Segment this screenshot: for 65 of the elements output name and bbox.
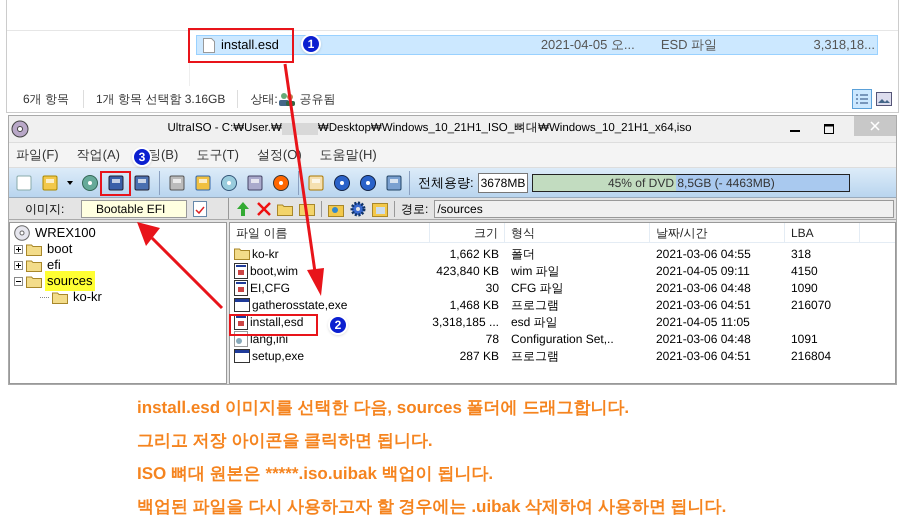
file-name[interactable]: gatherosstate,exe [252,296,348,314]
table-cell-text: 1091 [790,330,819,348]
window-title: UltraISO - C:₩User.₩ [167,121,282,136]
file-name[interactable]: boot,wim [250,262,298,280]
menu-item[interactable]: 작업(A) [76,145,120,165]
table-cell-text: wim 파일 [510,262,561,280]
selection-info: 1개 항목 선택함 3.16GB [84,90,238,108]
file-name[interactable]: ko-kr [252,244,279,262]
column-header[interactable]: 크기 [430,223,505,242]
table-cell-text: 2021-03-06 04:48 [655,280,752,296]
image-label: 이미지: [25,200,66,218]
menu-item[interactable]: 도구(T) [196,145,239,165]
path-field[interactable]: /sources [434,200,894,218]
table-cell-text: 1090 [790,280,819,296]
table-cell-text: 2021-03-06 04:55 [655,246,752,262]
table-cell-text: 216070 [790,296,832,314]
path-label: 경로: [401,200,428,218]
file-type: ESD 파일 [660,36,718,54]
table-cell-text: 30 [484,280,500,296]
table-cell-text: 2021-03-06 04:51 [655,296,752,314]
file-name: install.esd [221,36,279,54]
tree-item[interactable]: sources [45,271,95,291]
table-cell-text: 2021-03-06 04:51 [655,348,752,364]
capacity-field: 3678MB [478,172,528,192]
menu-item[interactable]: 파일(F) [16,145,59,165]
item-count: 6개 항목 [23,90,84,108]
table-cell-text: 318 [790,246,812,262]
file-name[interactable]: setup,exe [252,346,304,364]
column-header[interactable]: LBA [785,223,860,242]
menu-item[interactable]: 도움말(H) [320,145,377,165]
column-header[interactable]: 형식 [505,223,650,242]
table-cell-text: 프로그램 [510,348,560,364]
table-cell-text: 폴더 [510,246,536,262]
column-header[interactable]: 파일 이름 [230,223,430,242]
status-value: 공유됨 [298,91,336,108]
table-cell-text: 3,318,185 ... [431,314,500,330]
instruction-text: 백업된 파일을 다시 사용하고자 할 경우에는 .uibak 삭제하여 사용하면 됩니다. [137,496,728,518]
image-field[interactable]: Bootable EFI [81,200,187,218]
capacity-reading: 45% of DVD 8,5GB (- 4463MB) [606,174,776,190]
file-name[interactable]: lang,ini [250,330,288,348]
table-cell-text: 1,662 KB [448,246,500,262]
table-cell-text: 2021-04-05 09:11 [655,262,751,280]
table-cell-text: 78 [484,330,500,348]
status-label: 상태: [249,91,278,108]
capacity-label: 전체용량: [418,174,474,192]
table-cell-text: 2021-03-06 04:48 [655,330,752,348]
table-cell-text: esd 파일 [510,314,559,330]
table-cell-text: Configuration Set,.. [510,330,615,348]
window-title: ₩Desktop₩Windows_10_21H1_ISO_뼈대₩Windows_10_21H1_x64,iso [318,121,692,136]
table-cell-text: 4150 [790,262,819,280]
table-cell-text: 1,468 KB [448,296,500,314]
instruction-text: 그리고 저장 아이콘을 클릭하면 됩니다. [137,430,434,452]
file-name[interactable]: install,esd [250,312,304,330]
table-cell-text: 216804 [790,348,832,364]
table-cell-text: 2021-04-05 11:05 [655,314,751,330]
instruction-text: ISO 뼈대 원본은 *****.iso.uibak 백업이 됩니다. [137,463,494,485]
file-date: 2021-04-05 오... [540,36,636,54]
table-cell-text: 423,840 KB [435,262,500,280]
file-name[interactable]: EI,CFG [250,278,290,296]
file-size: 3,318,18... [812,36,876,54]
column-header[interactable]: 날짜/시간 [650,223,785,242]
instruction-text: install.esd 이미지를 선택한 다음, sources 폴더에 드래그합니다. [137,397,630,419]
table-cell-text: CFG 파일 [510,280,565,296]
table-cell-text: 287 KB [458,348,500,364]
table-cell-text: 프로그램 [510,296,560,314]
